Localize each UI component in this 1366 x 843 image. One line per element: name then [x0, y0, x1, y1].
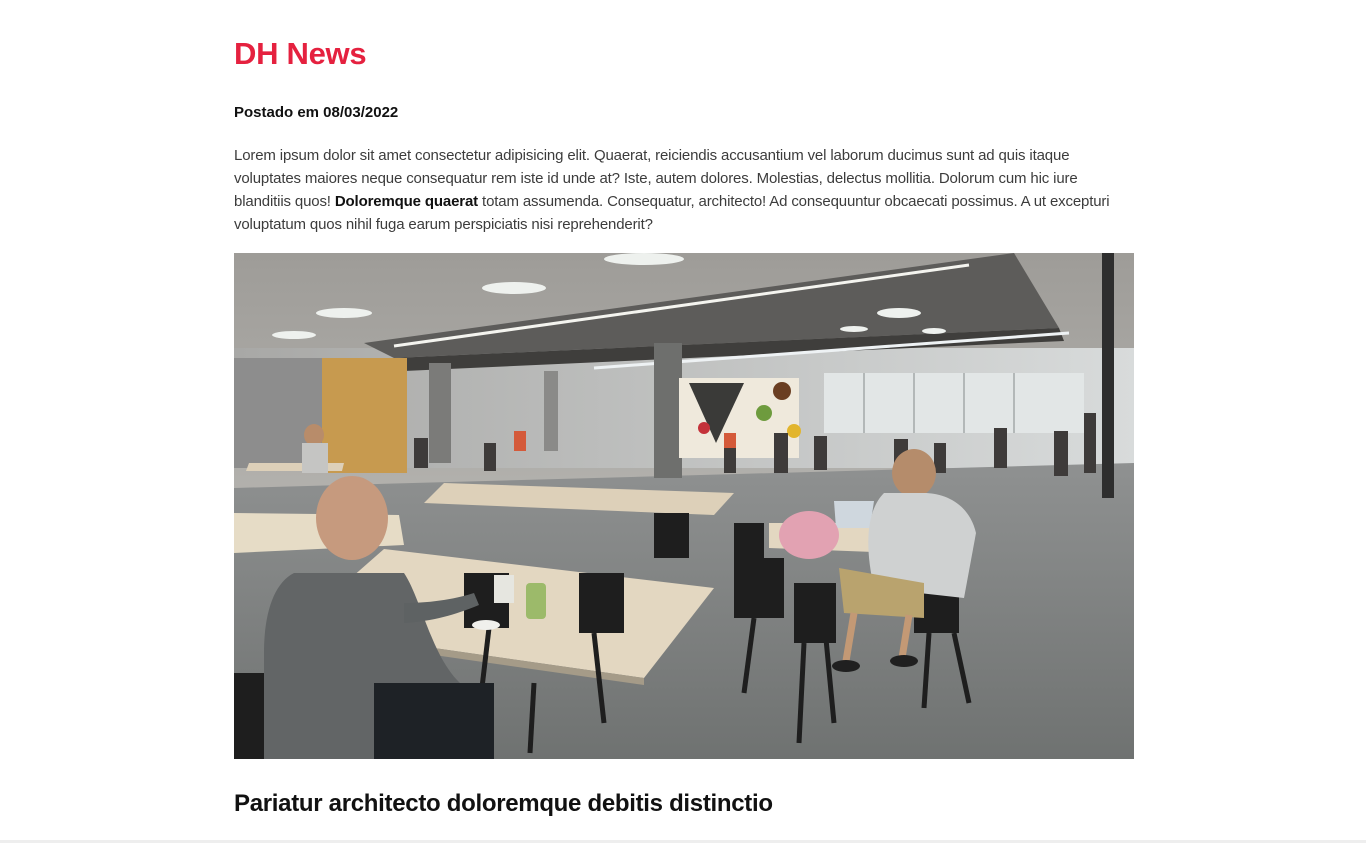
article-photo: [234, 253, 1134, 759]
post-body-bold: Doloremque quaerat: [334, 193, 479, 210]
article-subtitle: Pariatur architecto doloremque debitis d…: [234, 790, 773, 817]
post-body-text: Lorem ipsum dolor sit amet consectetur a…: [234, 144, 1134, 236]
site-title[interactable]: DH News: [234, 34, 367, 74]
post-date: Postado em 08/03/2022: [234, 104, 399, 121]
